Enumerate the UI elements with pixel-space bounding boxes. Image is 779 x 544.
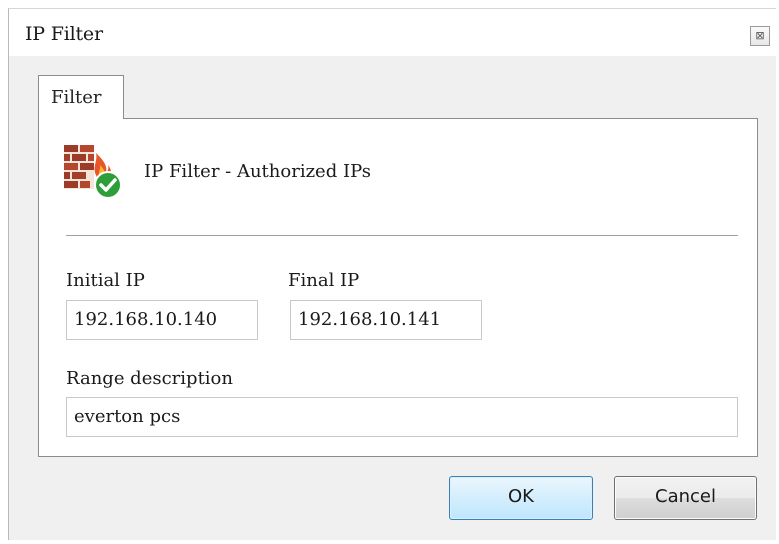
title-bar[interactable]: IP Filter ⊠: [9, 9, 776, 56]
initial-ip-input[interactable]: 192.168.10.140: [66, 300, 258, 340]
close-icon: ⊠: [755, 29, 765, 42]
window-title: IP Filter: [25, 23, 103, 45]
final-ip-label: Final IP: [288, 270, 360, 291]
final-ip-input[interactable]: 192.168.10.141: [290, 300, 482, 340]
brick-wall-icon: [64, 145, 94, 189]
close-button[interactable]: ⊠: [750, 26, 770, 46]
range-description-label: Range description: [66, 368, 233, 389]
dialog-heading: IP Filter - Authorized IPs: [144, 161, 371, 182]
separator-line: [66, 235, 738, 237]
initial-ip-label: Initial IP: [66, 270, 145, 291]
tab-filter-label: Filter: [51, 87, 102, 108]
tab-filter[interactable]: Filter: [38, 75, 124, 119]
firewall-check-icon: [64, 145, 122, 199]
ok-button[interactable]: OK: [449, 476, 593, 520]
cancel-button[interactable]: Cancel: [614, 476, 757, 520]
check-badge-icon: [94, 171, 122, 199]
range-description-input[interactable]: everton pcs: [66, 397, 738, 437]
